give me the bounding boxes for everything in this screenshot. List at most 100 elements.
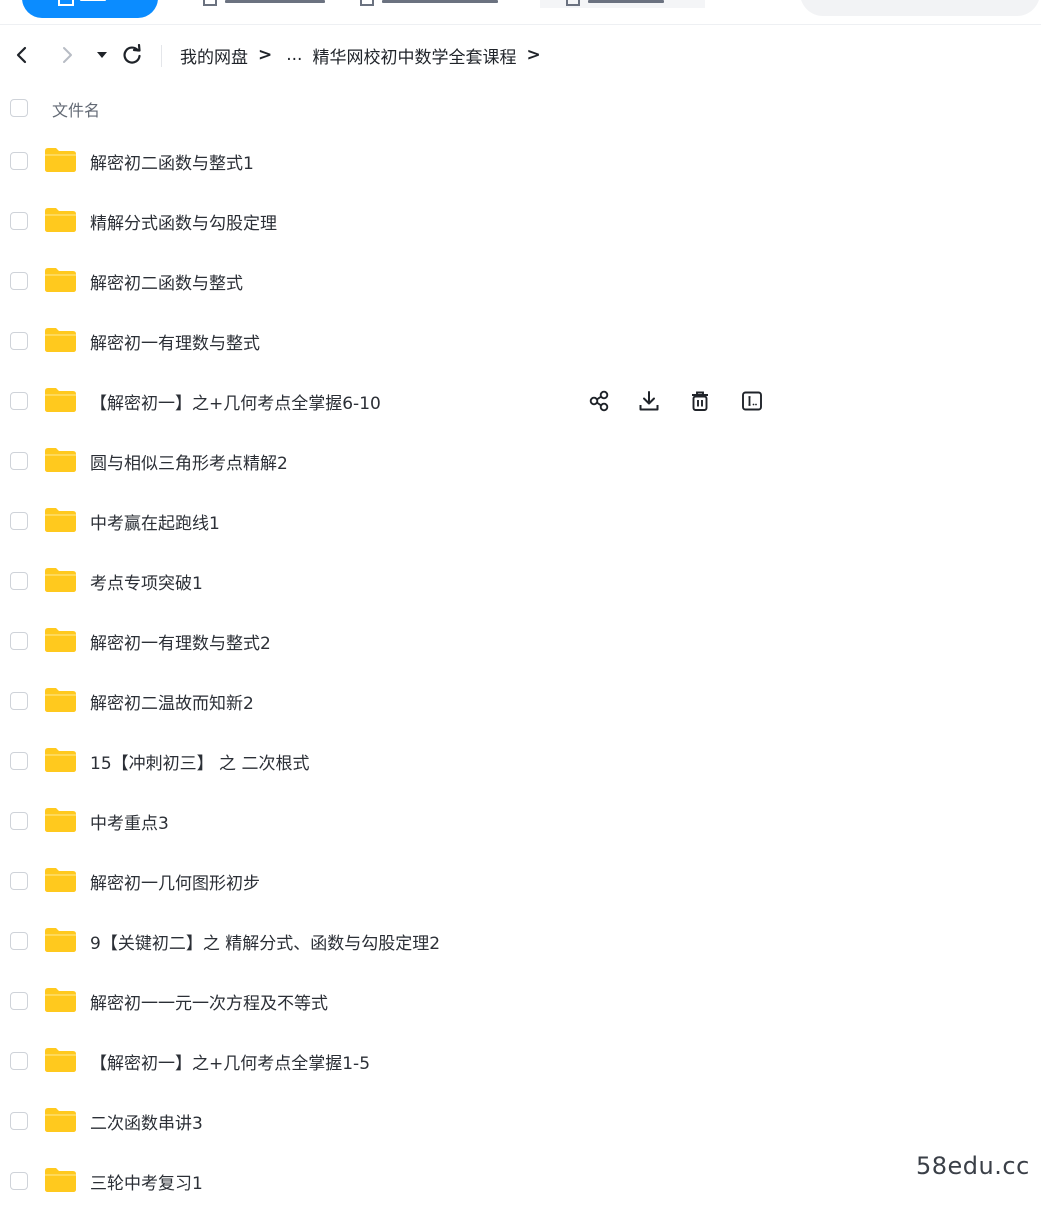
row-checkbox[interactable] bbox=[10, 392, 28, 410]
file-list-header: 文件名 bbox=[0, 90, 1041, 126]
file-name[interactable]: 解密初二函数与整式1 bbox=[90, 149, 254, 174]
file-name[interactable]: 中考赢在起跑线1 bbox=[90, 509, 220, 534]
file-row[interactable]: 解密初一一元一次方程及不等式 bbox=[0, 971, 1041, 1031]
file-name[interactable]: 三轮中考复习1 bbox=[90, 1169, 203, 1194]
folder-icon bbox=[44, 687, 77, 713]
doc-icon bbox=[566, 0, 580, 6]
top-toolbar bbox=[0, 0, 1041, 25]
rename-icon bbox=[741, 390, 763, 412]
upload-button[interactable] bbox=[22, 0, 158, 18]
file-row[interactable]: 圆与相似三角形考点精解2 bbox=[0, 431, 1041, 491]
row-checkbox[interactable] bbox=[10, 572, 28, 590]
file-name[interactable]: 解密初一一元一次方程及不等式 bbox=[90, 989, 328, 1014]
search-input[interactable] bbox=[800, 0, 1040, 16]
file-row[interactable]: 解密初二温故而知新2 bbox=[0, 671, 1041, 731]
breadcrumb: 我的网盘 > ... 精华网校初中数学全套课程 > bbox=[180, 43, 555, 68]
select-all-checkbox[interactable] bbox=[10, 99, 28, 117]
row-checkbox[interactable] bbox=[10, 212, 28, 230]
folder-icon bbox=[44, 987, 77, 1013]
file-name[interactable]: 【解密初一】之+几何考点全掌握1-5 bbox=[90, 1049, 370, 1074]
row-checkbox[interactable] bbox=[10, 632, 28, 650]
folder-icon bbox=[44, 867, 77, 893]
file-row[interactable]: 三轮中考复习1 bbox=[0, 1151, 1041, 1211]
column-header-filename[interactable]: 文件名 bbox=[52, 97, 100, 121]
breadcrumb-separator: > bbox=[258, 45, 273, 65]
forward-button[interactable] bbox=[55, 43, 79, 67]
folder-icon bbox=[44, 387, 77, 413]
back-button[interactable] bbox=[10, 43, 34, 67]
row-checkbox[interactable] bbox=[10, 992, 28, 1010]
folder-icon bbox=[44, 627, 77, 653]
file-row[interactable]: 15【冲刺初三】 之 二次根式 bbox=[0, 731, 1041, 791]
folder-icon bbox=[44, 747, 77, 773]
caret-down-icon bbox=[97, 52, 107, 58]
download-icon bbox=[638, 390, 660, 412]
breadcrumb-root[interactable]: 我的网盘 bbox=[180, 43, 248, 68]
row-checkbox[interactable] bbox=[10, 1052, 28, 1070]
row-checkbox[interactable] bbox=[10, 452, 28, 470]
file-row[interactable]: 二次函数串讲3 bbox=[0, 1091, 1041, 1151]
folder-icon bbox=[44, 327, 77, 353]
folder-icon bbox=[44, 447, 77, 473]
breadcrumb-ellipsis[interactable]: ... bbox=[286, 45, 302, 65]
quick-access-button-label bbox=[588, 0, 664, 3]
breadcrumb-separator: > bbox=[526, 45, 541, 65]
share-button[interactable] bbox=[586, 388, 612, 414]
chevron-left-icon bbox=[16, 46, 27, 64]
file-row[interactable]: 考点专项突破1 bbox=[0, 551, 1041, 611]
folder-plus-icon bbox=[203, 0, 217, 6]
delete-button[interactable] bbox=[687, 388, 713, 414]
folder-icon bbox=[44, 1047, 77, 1073]
file-row[interactable]: 9【关键初二】之 精解分式、函数与勾股定理2 bbox=[0, 911, 1041, 971]
file-name[interactable]: 考点专项突破1 bbox=[90, 569, 203, 594]
file-name[interactable]: 解密初二温故而知新2 bbox=[90, 689, 254, 714]
file-name[interactable]: 精解分式函数与勾股定理 bbox=[90, 209, 277, 234]
row-checkbox[interactable] bbox=[10, 812, 28, 830]
file-row[interactable]: 精解分式函数与勾股定理 bbox=[0, 191, 1041, 251]
download-button[interactable] bbox=[636, 388, 662, 414]
file-row[interactable]: 解密初一有理数与整式2 bbox=[0, 611, 1041, 671]
rename-button[interactable] bbox=[739, 388, 765, 414]
row-checkbox[interactable] bbox=[10, 332, 28, 350]
file-row[interactable]: 【解密初一】之+几何考点全掌握1-5 bbox=[0, 1031, 1041, 1091]
folder-icon bbox=[44, 807, 77, 833]
navigation-bar: 我的网盘 > ... 精华网校初中数学全套课程 > bbox=[0, 30, 1041, 80]
folder-icon bbox=[44, 147, 77, 173]
row-checkbox[interactable] bbox=[10, 152, 28, 170]
toolbar-divider bbox=[0, 24, 1041, 25]
file-name[interactable]: 解密初二函数与整式 bbox=[90, 269, 243, 294]
file-name[interactable]: 解密初一有理数与整式 bbox=[90, 329, 260, 354]
file-name[interactable]: 9【关键初二】之 精解分式、函数与勾股定理2 bbox=[90, 929, 440, 954]
file-row[interactable]: 【解密初一】之+几何考点全掌握6-10 bbox=[0, 371, 1041, 431]
chevron-right-icon bbox=[63, 47, 72, 63]
file-name[interactable]: 解密初一几何图形初步 bbox=[90, 869, 260, 894]
row-checkbox[interactable] bbox=[10, 692, 28, 710]
file-name[interactable]: 二次函数串讲3 bbox=[90, 1109, 203, 1134]
refresh-icon bbox=[123, 44, 141, 64]
file-row[interactable]: 解密初一几何图形初步 bbox=[0, 851, 1041, 911]
file-name[interactable]: 中考重点3 bbox=[90, 809, 169, 834]
row-checkbox[interactable] bbox=[10, 932, 28, 950]
history-dropdown-button[interactable] bbox=[90, 43, 114, 67]
file-row[interactable]: 解密初二函数与整式1 bbox=[0, 131, 1041, 191]
file-name[interactable]: 解密初一有理数与整式2 bbox=[90, 629, 271, 654]
file-name[interactable]: 【解密初一】之+几何考点全掌握6-10 bbox=[90, 389, 381, 414]
row-checkbox[interactable] bbox=[10, 752, 28, 770]
file-name[interactable]: 圆与相似三角形考点精解2 bbox=[90, 449, 288, 474]
file-row[interactable]: 解密初二函数与整式 bbox=[0, 251, 1041, 311]
file-row[interactable]: 中考赢在起跑线1 bbox=[0, 491, 1041, 551]
row-checkbox[interactable] bbox=[10, 1172, 28, 1190]
row-checkbox[interactable] bbox=[10, 872, 28, 890]
row-checkbox[interactable] bbox=[10, 1112, 28, 1130]
file-name[interactable]: 15【冲刺初三】 之 二次根式 bbox=[90, 749, 309, 774]
row-checkbox[interactable] bbox=[10, 512, 28, 530]
row-checkbox[interactable] bbox=[10, 272, 28, 290]
folder-icon bbox=[44, 927, 77, 953]
file-row[interactable]: 解密初一有理数与整式 bbox=[0, 311, 1041, 371]
file-row[interactable]: 中考重点3 bbox=[0, 791, 1041, 851]
nav-divider bbox=[161, 45, 162, 67]
share-icon bbox=[588, 390, 610, 412]
refresh-button[interactable] bbox=[120, 43, 144, 67]
breadcrumb-current[interactable]: 精华网校初中数学全套课程 bbox=[312, 43, 516, 68]
new-online-doc-button-label bbox=[382, 0, 498, 3]
